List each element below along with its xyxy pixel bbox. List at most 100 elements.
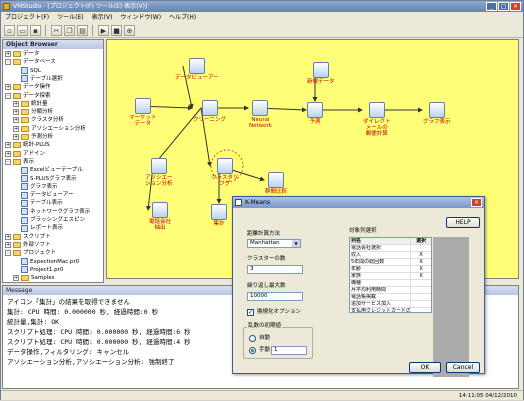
tree-item[interactable]: + データ操作 [5, 83, 51, 91]
tree-item[interactable]: + 統計量 [13, 100, 48, 108]
ok-button[interactable]: OK [409, 362, 441, 373]
save-icon[interactable]: ▪ [30, 25, 41, 36]
expand-icon[interactable]: + [13, 134, 19, 140]
expand-icon[interactable]: + [13, 125, 19, 132]
canvas-node-neural[interactable]: Neural Network [249, 100, 272, 129]
tree-item[interactable]: + アソシエーション分析 [13, 125, 86, 133]
canvas-node-graph[interactable]: グラフ表示 [423, 102, 451, 125]
table-row[interactable]: 追加サービス加入 [350, 301, 431, 308]
expand-icon[interactable]: + [13, 275, 19, 282]
expand-icon[interactable]: + [5, 84, 11, 91]
tree-item[interactable]: + クラスタ分析 [13, 116, 64, 124]
help-button[interactable]: HELP [446, 217, 480, 228]
clusters-input[interactable]: 3 [247, 265, 303, 274]
tree-item[interactable]: テーブル表示 [13, 199, 63, 207]
canvas-node-dataviewer[interactable]: データビューアー [175, 58, 218, 81]
table-row[interactable]: 5年間の総回数 X [350, 259, 431, 266]
tree-item[interactable]: - プロジェクト [5, 249, 56, 257]
maximize-button[interactable]: □ [498, 2, 509, 11]
menu-item-window[interactable]: ウィンドウ(W) [120, 12, 161, 23]
variable-select-cell[interactable]: X [411, 259, 431, 265]
canvas-node-predict[interactable]: 予測 [307, 102, 323, 125]
collapse-icon[interactable]: - [5, 92, 11, 99]
expand-icon[interactable]: + [13, 109, 19, 116]
paste-icon[interactable]: ▤ [77, 25, 88, 36]
table-row[interactable]: 月平均利用時間 [350, 287, 431, 294]
variable-select-cell[interactable]: X [411, 252, 431, 258]
open-icon[interactable]: ▭ [17, 25, 28, 36]
canvas-node-sum[interactable]: 集計 [211, 204, 227, 227]
tree-item[interactable]: - データ探索 [5, 92, 51, 100]
tree-item[interactable]: + Samples [13, 274, 55, 282]
tree-item[interactable]: SQL [13, 67, 41, 75]
expand-icon[interactable]: + [5, 241, 11, 248]
table-row[interactable]: 支払用クレジットカードの有無 [350, 308, 431, 312]
variable-select-cell[interactable]: X [411, 273, 431, 279]
table-row[interactable]: 収入 X [350, 252, 431, 259]
collapse-icon[interactable]: - [5, 158, 11, 165]
variable-select-cell[interactable] [411, 245, 431, 251]
table-row[interactable]: 年齢 X [350, 266, 431, 273]
tree-item[interactable]: + データ [5, 50, 40, 58]
tree-item[interactable]: レポート表示 [13, 224, 63, 232]
tree-item[interactable]: ExpectionMac.pr0 [13, 258, 79, 266]
minimize-button[interactable]: _ [486, 2, 497, 11]
variable-select-cell[interactable] [411, 294, 431, 300]
canvas-node-cleaning[interactable]: クリーニング [193, 100, 226, 123]
tree-item[interactable]: + 統計-PLUS [5, 141, 50, 149]
tree-item[interactable]: - 表示 [5, 158, 34, 166]
manual-seed-input[interactable]: 1 [271, 346, 307, 355]
cut-icon[interactable]: ✂ [51, 25, 62, 36]
new-icon[interactable]: ▫ [4, 25, 15, 36]
expand-icon[interactable]: + [5, 142, 11, 149]
variable-select-cell[interactable] [411, 301, 431, 307]
tree-item[interactable]: S-PLUSグラフ表示 [13, 175, 77, 183]
collapse-icon[interactable]: - [5, 250, 11, 257]
iterations-input[interactable]: 10000 [247, 292, 303, 301]
tree-item[interactable]: ブラッシングエスピン [13, 216, 85, 224]
canvas-node-phone[interactable]: 電話会社 抽出 [149, 202, 171, 231]
canvas-node-cluster[interactable]: クラスタリ ング [211, 158, 238, 187]
tree-item[interactable]: ネットワークグラフ表示 [13, 208, 90, 216]
tree-item[interactable]: テーブル選択 [13, 75, 63, 83]
tree-item[interactable]: データビューアー [13, 191, 73, 199]
tree-item[interactable]: + 予測分析 [13, 133, 53, 141]
expand-icon[interactable]: + [13, 100, 19, 107]
expand-icon[interactable]: + [13, 117, 19, 124]
normalize-checkbox[interactable]: ✓ [247, 309, 254, 316]
table-row[interactable]: 電話会社選択 [350, 245, 431, 252]
tree-item[interactable]: Project1.pr0 [13, 266, 63, 274]
expand-icon[interactable]: + [5, 51, 11, 57]
variable-select-cell[interactable] [411, 287, 431, 293]
close-button[interactable]: × [510, 2, 521, 11]
canvas-node-market[interactable]: マーケット データ [129, 98, 157, 127]
tree-item[interactable]: グラフ表示 [13, 183, 58, 191]
run-icon[interactable]: ▶ [98, 25, 109, 36]
tree-item[interactable]: + 分類分析 [13, 108, 53, 116]
tree-item[interactable]: + アドイン [5, 150, 45, 158]
distance-select[interactable]: Manhattan ▼ [247, 239, 301, 248]
auto-radio[interactable] [249, 335, 256, 342]
manual-radio[interactable] [249, 347, 256, 354]
zoom-icon[interactable]: ⊕ [124, 25, 135, 36]
canvas-node-newdata[interactable]: 新規データ [307, 62, 335, 85]
dialog-close-button[interactable]: × [471, 198, 482, 207]
variable-select-cell[interactable]: X [411, 266, 431, 272]
table-row[interactable]: 電話帳掲載 [350, 294, 431, 301]
canvas-node-assoc[interactable]: アソシエー ション分析 [145, 158, 173, 187]
tree-item[interactable]: Excelビューテーブル [13, 166, 83, 174]
variable-select-cell[interactable] [411, 280, 431, 286]
cancel-button[interactable]: Cancel [446, 362, 480, 373]
menu-item-view[interactable]: 表示(V) [92, 12, 113, 23]
canvas-node-groupcmp[interactable]: 群間比較 [265, 172, 287, 195]
tree-item[interactable]: + 外部ソフト [5, 241, 51, 249]
menu-item-project[interactable]: プロジェクト(F) [5, 12, 49, 23]
menu-item-help[interactable]: ヘルプ(H) [169, 12, 196, 23]
tree-item[interactable]: + スクリプト [5, 233, 51, 241]
copy-icon[interactable]: ❐ [64, 25, 75, 36]
variable-select-cell[interactable] [411, 308, 431, 312]
collapse-icon[interactable]: - [5, 59, 11, 66]
tree-item[interactable]: - データベース [5, 58, 56, 66]
table-row[interactable]: 家族 X [350, 273, 431, 280]
stop-icon[interactable]: ■ [111, 25, 122, 36]
